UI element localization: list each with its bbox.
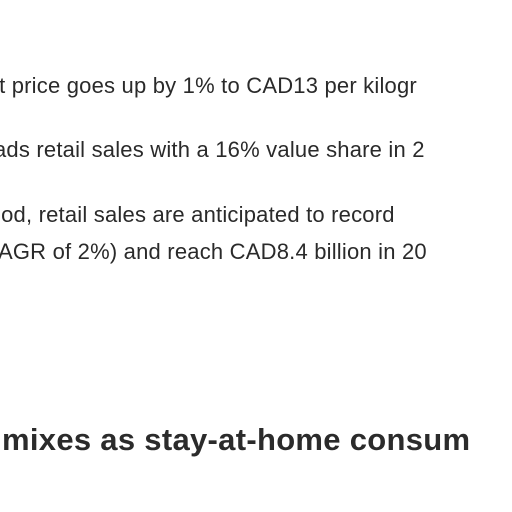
text-line-unit-price: it price goes up by 1% to CAD13 per kilo… — [0, 73, 417, 98]
text-line-retail-share: ads retail sales with a 16% value share … — [0, 137, 425, 162]
text-line-forecast: iod, retail sales are anticipated to rec… — [0, 202, 395, 227]
document-page: it price goes up by 1% to CAD13 per kilo… — [0, 0, 512, 512]
section-heading: mixes as stay-at-home consum — [2, 422, 471, 457]
text-line-forecast-cont: AGR of 2%) and reach CAD8.4 billion in 2… — [0, 239, 427, 264]
